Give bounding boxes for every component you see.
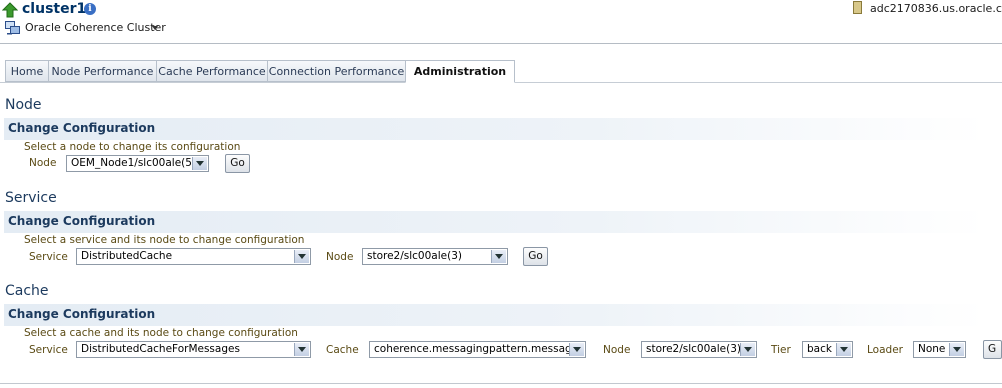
cache-node-select[interactable]: store2/slc00ale(3) bbox=[641, 341, 757, 358]
cache-node-label: Node bbox=[603, 344, 631, 356]
chevron-down-icon[interactable] bbox=[294, 250, 309, 263]
chevron-down-icon[interactable] bbox=[740, 343, 755, 356]
tier-select[interactable]: back bbox=[802, 341, 853, 358]
cache-select-value: coherence.messagingpattern.messages bbox=[374, 343, 584, 355]
cache-label: Cache bbox=[326, 344, 359, 356]
target-type-menu[interactable]: Oracle Coherence Cluster bbox=[25, 21, 166, 34]
cache-go-button[interactable]: G bbox=[983, 340, 1002, 359]
service-node-select[interactable]: store2/slc00ale(3) bbox=[362, 248, 508, 265]
service-node-select-value: store2/slc00ale(3) bbox=[367, 250, 462, 262]
service-select-value: DistributedCache bbox=[81, 250, 173, 262]
tier-label: Tier bbox=[771, 344, 791, 356]
service-subheader-title: Change Configuration bbox=[8, 214, 156, 228]
service-hint: Select a service and its node to change … bbox=[24, 234, 305, 246]
node-select[interactable]: OEM_Node1/slc00ale(5) bbox=[66, 155, 209, 172]
cache-hint: Select a cache and its node to change co… bbox=[24, 327, 298, 339]
host-icon bbox=[853, 1, 862, 14]
node-go-button[interactable]: Go bbox=[225, 154, 250, 173]
chevron-down-icon[interactable] bbox=[491, 250, 506, 263]
chevron-down-icon[interactable] bbox=[294, 343, 309, 356]
service-select[interactable]: DistributedCache bbox=[76, 248, 311, 265]
tier-select-value: back bbox=[807, 343, 832, 355]
cache-select[interactable]: coherence.messagingpattern.messages bbox=[369, 341, 586, 358]
tab-administration[interactable]: Administration bbox=[405, 60, 515, 83]
service-node-label: Node bbox=[326, 251, 354, 263]
cache-service-select[interactable]: DistributedCacheForMessages bbox=[76, 341, 311, 358]
loader-select-value: None bbox=[918, 343, 946, 355]
service-label: Service bbox=[29, 251, 68, 263]
page-title: cluster1 bbox=[22, 1, 87, 17]
info-icon[interactable]: i bbox=[84, 3, 96, 15]
header-divider bbox=[0, 43, 1002, 44]
chevron-down-icon[interactable] bbox=[949, 343, 964, 356]
cache-node-select-value: store2/slc00ale(3) bbox=[646, 343, 741, 355]
node-hint: Select a node to change its configuratio… bbox=[24, 141, 241, 153]
node-section-title: Node bbox=[5, 97, 42, 113]
cache-subheader-title: Change Configuration bbox=[8, 307, 156, 321]
up-arrow-icon[interactable] bbox=[2, 2, 18, 18]
cluster-icon bbox=[5, 21, 20, 35]
tab-connection-performance[interactable]: Connection Performance bbox=[267, 60, 406, 82]
chevron-down-icon[interactable] bbox=[569, 343, 584, 356]
loader-select[interactable]: None bbox=[913, 341, 966, 358]
node-select-value: OEM_Node1/slc00ale(5) bbox=[71, 157, 197, 169]
chevron-down-icon[interactable] bbox=[836, 343, 851, 356]
chevron-down-icon[interactable] bbox=[192, 157, 207, 170]
host-link[interactable]: adc2170836.us.oracle.com bbox=[870, 2, 1002, 15]
tab-node-performance[interactable]: Node Performance bbox=[48, 60, 157, 82]
node-subheader-title: Change Configuration bbox=[8, 121, 156, 135]
loader-label: Loader bbox=[867, 344, 903, 356]
footer-divider bbox=[0, 383, 1002, 384]
node-label: Node bbox=[29, 157, 57, 169]
service-go-button[interactable]: Go bbox=[523, 247, 548, 266]
tab-home[interactable]: Home bbox=[5, 60, 49, 82]
cache-service-label: Service bbox=[29, 344, 68, 356]
chevron-down-icon[interactable] bbox=[152, 26, 158, 30]
cache-service-select-value: DistributedCacheForMessages bbox=[81, 343, 240, 355]
tab-cache-performance[interactable]: Cache Performance bbox=[156, 60, 268, 82]
service-section-title: Service bbox=[5, 190, 57, 206]
cache-section-title: Cache bbox=[5, 283, 49, 299]
